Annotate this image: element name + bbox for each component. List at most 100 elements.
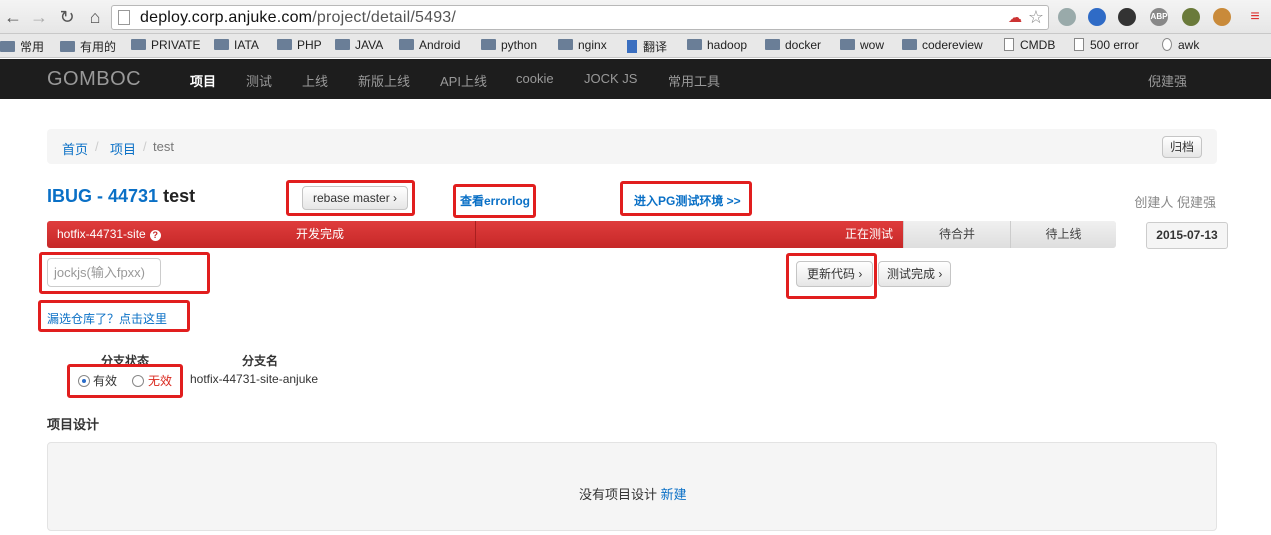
empty-design-message: 没有项目设计 新建 — [579, 484, 687, 503]
date-badge: 2015-07-13 — [1146, 222, 1228, 249]
help-icon[interactable]: ? — [149, 230, 161, 241]
browser-toolbar: ← → ↻ ⌂ deploy.corp.anjuke.com/project/d… — [0, 0, 1271, 34]
column-header-branch: 分支名 — [242, 354, 279, 368]
nav-item-release[interactable]: 上线 — [302, 71, 328, 90]
address-bar[interactable]: deploy.corp.anjuke.com/project/detail/54… — [111, 5, 1049, 30]
breadcrumb-separator: / — [143, 139, 147, 154]
folder-icon — [0, 41, 15, 52]
jockjs-input[interactable]: jockjs(输入fpxx) — [47, 258, 161, 287]
bookmark-item[interactable]: PRIVATE — [131, 38, 201, 52]
extension-icon[interactable] — [1088, 8, 1106, 26]
nav-item-test[interactable]: 测试 — [246, 71, 272, 90]
folder-icon — [335, 39, 350, 50]
home-icon[interactable]: ⌂ — [84, 6, 106, 28]
section-title-design: 项目设计 — [47, 417, 100, 432]
folder-icon — [481, 39, 496, 50]
breadcrumb: 首页 / 项目 / test 归档 — [47, 129, 1217, 164]
update-code-button[interactable]: 更新代码 › — [796, 261, 874, 287]
page-icon — [1074, 38, 1084, 51]
folder-icon — [558, 39, 573, 50]
adblock-extension-icon[interactable]: ABP — [1150, 8, 1168, 26]
archive-button[interactable]: 归档 — [1162, 136, 1203, 158]
nav-item-tools[interactable]: 常用工具 — [668, 71, 720, 90]
bookmark-item[interactable]: hadoop — [687, 38, 747, 52]
brand-logo[interactable]: GOMBOC — [47, 68, 141, 91]
extension-icon-2[interactable] — [1182, 8, 1200, 26]
url-path: /project/detail/5493/ — [312, 9, 457, 26]
folder-icon — [131, 39, 146, 50]
breadcrumb-home-link[interactable]: 首页 — [62, 142, 88, 157]
folder-icon — [902, 39, 917, 50]
back-icon[interactable]: ← — [2, 6, 24, 28]
stage-dev-done-label: 开发完成 — [296, 227, 345, 241]
menu-icon[interactable]: ≡ — [1244, 6, 1266, 28]
nav-item-new-release[interactable]: 新版上线 — [358, 71, 410, 90]
translate-icon — [627, 40, 637, 53]
awk-icon — [1162, 38, 1172, 51]
folder-icon — [277, 39, 292, 50]
address-url: deploy.corp.anjuke.com/project/detail/54… — [140, 9, 456, 27]
forward-icon[interactable]: → — [28, 6, 50, 28]
pg-env-link[interactable]: 进入PG测试环境 >> — [634, 192, 741, 209]
rebase-master-button[interactable]: rebase master › — [302, 186, 409, 210]
breadcrumb-projects-link[interactable]: 项目 — [110, 142, 136, 157]
bookmark-item[interactable]: 翻译 — [627, 38, 667, 55]
nav-item-projects[interactable]: 项目 — [190, 71, 216, 90]
cloud-icon[interactable]: ☁ — [1008, 9, 1022, 26]
bookmarks-bar: 常用 有用的 PRIVATE IATA PHP JAVA Android pyt… — [0, 34, 1271, 58]
top-navbar: GOMBOC 项目 测试 上线 新版上线 API上线 cookie JOCK J… — [0, 59, 1271, 99]
errorlog-link[interactable]: 查看errorlog — [460, 192, 530, 209]
bookmark-item[interactable]: docker — [765, 38, 821, 52]
bookmark-item[interactable]: wow — [840, 38, 884, 52]
progress-stage-merge: 待合并 — [903, 221, 1010, 248]
test-done-button[interactable]: 测试完成 › — [878, 261, 952, 287]
bookmark-item[interactable]: 有用的 — [60, 38, 116, 55]
bookmark-item[interactable]: JAVA — [335, 38, 383, 52]
radio-button-unchecked[interactable] — [132, 375, 144, 387]
issue-code[interactable]: IBUG - 44731 — [47, 186, 158, 206]
bookmark-item[interactable]: codereview — [902, 38, 983, 52]
bookmark-item[interactable]: Android — [399, 38, 460, 52]
folder-icon — [214, 39, 229, 50]
current-user[interactable]: 倪建强 — [1148, 71, 1187, 90]
breadcrumb-projects: 项目 — [110, 139, 136, 158]
folder-icon — [60, 41, 75, 52]
page-icon — [1004, 38, 1014, 51]
empty-text: 没有项目设计 — [579, 487, 658, 502]
design-panel: 没有项目设计 新建 — [47, 442, 1217, 531]
radio-valid[interactable]: 有效 — [78, 372, 117, 389]
bookmark-item[interactable]: CMDB — [1004, 38, 1055, 52]
project-name: test — [163, 186, 196, 206]
branch-label: hotfix-44731-site — [57, 227, 146, 241]
nav-item-jock-js[interactable]: JOCK JS — [584, 71, 637, 86]
nav-item-cookie[interactable]: cookie — [516, 71, 554, 86]
status-progress-bar: hotfix-44731-site? 开发完成 正在测试 待合并 待上线 — [47, 221, 1116, 248]
breadcrumb-current: test — [153, 139, 174, 154]
bookmark-item[interactable]: awk — [1162, 38, 1199, 52]
bookmark-item[interactable]: python — [481, 38, 537, 52]
bookmark-item[interactable]: 500 error — [1074, 38, 1139, 52]
globe-extension-icon[interactable] — [1058, 8, 1076, 26]
radio-invalid[interactable]: 无效 — [132, 372, 172, 389]
progress-stage-testing: 正在测试 — [476, 221, 903, 248]
reload-icon[interactable]: ↻ — [56, 6, 78, 28]
creator-info: 创建人 倪建强 — [1134, 195, 1216, 210]
radio-valid-label: 有效 — [93, 374, 118, 388]
bookmark-star-icon[interactable]: ☆ — [1028, 7, 1044, 28]
bookmark-item[interactable]: PHP — [277, 38, 322, 52]
page-title: IBUG - 44731 test — [47, 186, 195, 207]
folder-icon — [840, 39, 855, 50]
bookmark-item[interactable]: 常用 — [0, 38, 44, 55]
radio-invalid-label: 无效 — [148, 374, 173, 388]
progress-stage-release: 待上线 — [1010, 221, 1116, 248]
nav-item-api-release[interactable]: API上线 — [440, 71, 487, 90]
bookmark-item[interactable]: nginx — [558, 38, 607, 52]
missing-repo-link[interactable]: 漏选仓库了？点击这里 — [47, 310, 167, 327]
folder-icon — [399, 39, 414, 50]
cookie-extension-icon[interactable] — [1213, 8, 1231, 26]
new-design-link[interactable]: 新建 — [661, 487, 687, 502]
bookmark-item[interactable]: IATA — [214, 38, 259, 52]
stage-testing-label: 正在测试 — [844, 227, 893, 241]
radio-button-checked[interactable] — [78, 375, 90, 387]
evernote-extension-icon[interactable] — [1118, 8, 1136, 26]
